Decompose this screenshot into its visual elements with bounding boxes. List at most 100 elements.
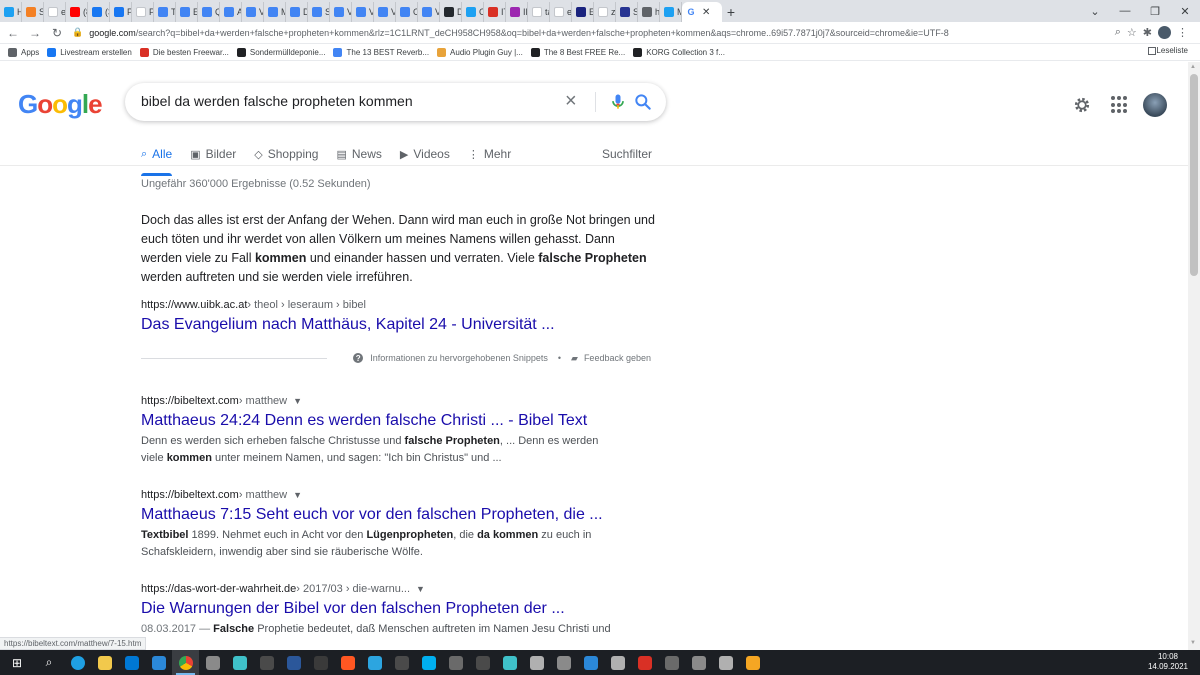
- taskbar-app-11-icon[interactable]: [280, 650, 307, 675]
- settings-gear-icon[interactable]: [1072, 95, 1092, 115]
- bookmark-apps[interactable]: Apps: [8, 47, 39, 57]
- result-menu-arrow-icon[interactable]: ▼: [293, 490, 302, 500]
- taskbar-app-28-icon[interactable]: [739, 650, 766, 675]
- browser-tab[interactable]: Cl: [462, 2, 484, 22]
- tab-close-icon[interactable]: ✕: [702, 7, 710, 18]
- search-icon[interactable]: [633, 92, 653, 112]
- address-bar[interactable]: 🔒 google.com/search?q=bibel+da+werden+fa…: [72, 24, 1105, 42]
- bookmark-item[interactable]: Die besten Freewar...: [139, 47, 229, 57]
- taskbar-app-13-icon[interactable]: [334, 650, 361, 675]
- browser-tab[interactable]: EF: [572, 2, 594, 22]
- google-apps-icon[interactable]: [1111, 96, 1129, 114]
- bookmark-item[interactable]: KORG Collection 3 f...: [633, 47, 725, 57]
- result-title[interactable]: Die Warnungen der Bibel vor den falschen…: [141, 600, 661, 618]
- extensions-icon[interactable]: ✱: [1143, 26, 1152, 39]
- taskbar-app-24-icon[interactable]: [631, 650, 658, 675]
- browser-tab[interactable]: IT: [484, 2, 506, 22]
- google-logo[interactable]: Google: [18, 89, 103, 120]
- browser-tab[interactable]: (8: [66, 2, 88, 22]
- search-tab-shopping[interactable]: ◇ Shopping: [254, 142, 318, 166]
- taskbar-search-icon[interactable]: ⌕: [34, 650, 64, 675]
- taskbar-app-18-icon[interactable]: [469, 650, 496, 675]
- search-tab-videos[interactable]: ▶ Videos: [400, 142, 450, 166]
- browser-tab[interactable]: M: [264, 2, 286, 22]
- taskbar-app-9-icon[interactable]: [226, 650, 253, 675]
- scrollbar-thumb[interactable]: [1190, 74, 1198, 276]
- tab-search-icon[interactable]: ⌄: [1080, 0, 1110, 22]
- bookmark-item[interactable]: Audio Plugin Guy |...: [437, 47, 523, 57]
- taskbar-app-23-icon[interactable]: [604, 650, 631, 675]
- browser-tab-active[interactable]: GG✕: [682, 2, 722, 22]
- taskbar-chrome-icon[interactable]: [172, 650, 199, 675]
- browser-tab[interactable]: Sc: [616, 2, 638, 22]
- taskbar-file-explorer-icon[interactable]: [91, 650, 118, 675]
- search-input[interactable]: [141, 93, 541, 109]
- taskbar-skype-icon[interactable]: [415, 650, 442, 675]
- browser-tab[interactable]: er: [550, 2, 572, 22]
- taskbar-app-27-icon[interactable]: [712, 650, 739, 675]
- featured-result-title[interactable]: Das Evangelium nach Matthäus, Kapitel 24…: [141, 316, 661, 334]
- taskbar-app-26-icon[interactable]: [685, 650, 712, 675]
- back-icon[interactable]: ←: [4, 24, 22, 42]
- browser-tab[interactable]: Ar: [220, 2, 242, 22]
- scroll-up-arrow-icon[interactable]: ▲: [1190, 64, 1196, 70]
- browser-tab[interactable]: IL: [506, 2, 528, 22]
- browser-tab[interactable]: Hi: [0, 2, 22, 22]
- new-tab-button[interactable]: +: [722, 2, 740, 22]
- browser-tab[interactable]: Q: [198, 2, 220, 22]
- profile-avatar[interactable]: [1158, 26, 1171, 39]
- account-avatar[interactable]: [1143, 93, 1167, 117]
- search-tab-news[interactable]: ▤ News: [336, 142, 381, 166]
- taskbar-edge-icon[interactable]: [64, 650, 91, 675]
- result-menu-arrow-icon[interactable]: ▼: [416, 584, 425, 594]
- taskbar-app-25-icon[interactable]: [658, 650, 685, 675]
- taskbar-telegram-icon[interactable]: [361, 650, 388, 675]
- page-scrollbar[interactable]: ▲ ▼: [1188, 62, 1200, 650]
- bookmark-item[interactable]: The 13 BEST Reverb...: [333, 47, 429, 57]
- browser-tab[interactable]: Sc: [308, 2, 330, 22]
- browser-tab[interactable]: St: [22, 2, 44, 22]
- result-menu-arrow-icon[interactable]: ▼: [293, 396, 302, 406]
- browser-tab[interactable]: zc: [594, 2, 616, 22]
- taskbar-app-12-icon[interactable]: [307, 650, 334, 675]
- browser-tab[interactable]: Or: [396, 2, 418, 22]
- browser-tab[interactable]: Di: [440, 2, 462, 22]
- feedback-icon[interactable]: ▰: [571, 353, 578, 364]
- taskbar-app-8-icon[interactable]: [199, 650, 226, 675]
- browser-tab[interactable]: (3: [88, 2, 110, 22]
- taskbar-app-20-icon[interactable]: [523, 650, 550, 675]
- browser-tab[interactable]: Dr: [286, 2, 308, 22]
- feedback-link[interactable]: Feedback geben: [584, 353, 651, 363]
- bookmark-item[interactable]: Sondermülldeponie...: [236, 47, 325, 57]
- browser-tab[interactable]: Ps: [132, 2, 154, 22]
- taskbar-app-15-icon[interactable]: [388, 650, 415, 675]
- browser-tab[interactable]: Ps: [110, 2, 132, 22]
- microphone-icon[interactable]: [608, 92, 628, 112]
- browser-tab[interactable]: VS: [352, 2, 374, 22]
- taskbar-app-21-icon[interactable]: [550, 650, 577, 675]
- minimize-icon[interactable]: —: [1110, 0, 1140, 22]
- browser-menu-icon[interactable]: ⋮: [1177, 26, 1188, 39]
- bookmark-item[interactable]: Livestream erstellen: [47, 47, 132, 57]
- search-tab-mehr[interactable]: ⋮ Mehr: [468, 142, 511, 166]
- search-tab-alle[interactable]: ⌕ Alle: [141, 142, 173, 176]
- bookmark-star-icon[interactable]: ☆: [1127, 26, 1137, 39]
- reload-icon[interactable]: ↻: [48, 24, 66, 42]
- reading-list-button[interactable]: Leseliste: [1148, 46, 1188, 55]
- close-window-icon[interactable]: ✕: [1170, 0, 1200, 22]
- search-tools-button[interactable]: Suchfilter: [602, 142, 652, 166]
- scroll-down-arrow-icon[interactable]: ▼: [1190, 640, 1196, 646]
- restore-icon[interactable]: ❐: [1140, 0, 1170, 22]
- clear-search-icon[interactable]: ×: [565, 90, 577, 113]
- taskbar-mail-icon[interactable]: [145, 650, 172, 675]
- result-title[interactable]: Matthaeus 24:24 Denn es werden falsche C…: [141, 412, 661, 430]
- browser-tab[interactable]: ta: [528, 2, 550, 22]
- zoom-icon[interactable]: ⌕: [1115, 26, 1121, 39]
- browser-tab[interactable]: M: [660, 2, 682, 22]
- taskbar-app-19-icon[interactable]: [496, 650, 523, 675]
- taskbar-store-icon[interactable]: [118, 650, 145, 675]
- browser-tab[interactable]: Ex: [176, 2, 198, 22]
- browser-tab[interactable]: Tu: [154, 2, 176, 22]
- snippet-info-link[interactable]: Informationen zu hervorgehobenen Snippet…: [370, 353, 548, 363]
- browser-tab[interactable]: VS: [374, 2, 396, 22]
